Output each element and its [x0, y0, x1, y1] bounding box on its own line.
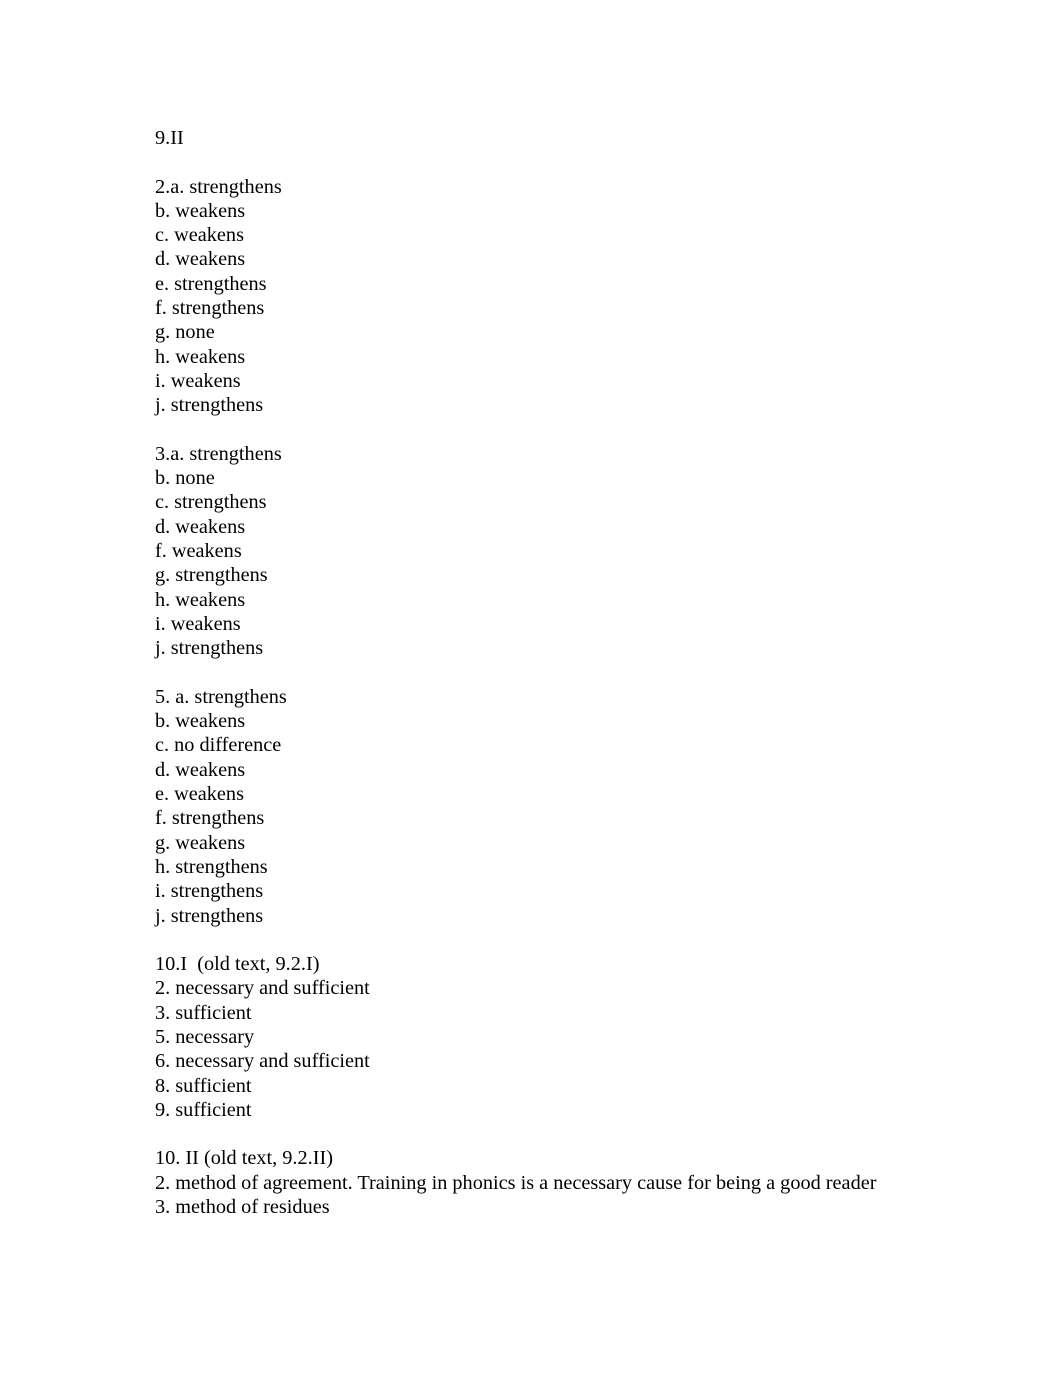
text-line: d. weakens	[155, 515, 246, 538]
text-block: 10. II (old text, 9.2.II) 2. method of ag…	[155, 1146, 945, 1219]
text-line: 2. method of agreement. Training in phon…	[155, 1171, 877, 1194]
text-line: e. strengthens	[155, 272, 267, 295]
text-line: d. weakens	[155, 248, 246, 271]
text-line: f. strengthens	[155, 807, 265, 830]
text-line: 10.I (old text, 9.2.I)	[155, 953, 320, 976]
text-line: 3. sufficient	[155, 1001, 252, 1024]
text-line: 2. necessary and sufficient	[155, 977, 370, 1000]
text-line: 3. method of residues	[155, 1196, 330, 1219]
text-line: e. weakens	[155, 783, 244, 806]
text-line: 6. necessary and sufficient	[155, 1050, 370, 1073]
text-line: j. strengthens	[155, 904, 264, 927]
text-block: 2.a. strengthens b. weakens c. weakens d. w…	[155, 175, 945, 418]
text-block: 5. a. strengthens b. weakens c. no differe…	[155, 685, 945, 928]
text-line: 9.II	[155, 127, 184, 149]
text-block: 10.I (old text, 9.2.I) 2. necessary and s…	[155, 952, 945, 1122]
text-line: d. weakens	[155, 758, 246, 781]
text-line: 3.a. strengthens	[155, 442, 282, 465]
text-line: i. strengthens	[155, 880, 264, 903]
text-line: 2.a. strengthens	[155, 175, 282, 198]
text-line: i. weakens	[155, 612, 241, 635]
text-line: c. weakens	[155, 224, 244, 247]
text-block: 3.a. strengthens b. none c. strengthens d. …	[155, 442, 945, 661]
text-line: h. weakens	[155, 345, 246, 368]
text-line: 5. a. strengthens	[155, 685, 287, 708]
text-line: 5. necessary	[155, 1025, 255, 1048]
text-line: h. weakens	[155, 588, 246, 611]
text-line: b. weakens	[155, 710, 246, 733]
text-line: i. weakens	[155, 369, 241, 392]
text-line: f. strengthens	[155, 297, 265, 320]
text-line: 9. sufficient	[155, 1098, 252, 1121]
text-line: c. no difference	[155, 734, 282, 757]
document-page: 9.II 2.a. strengthens b. weakens c. weakens…	[0, 0, 1062, 1377]
text-line: b. none	[155, 467, 215, 490]
text-line: j. strengthens	[155, 394, 264, 417]
text-line: c. strengthens	[155, 491, 267, 514]
text-block: 9.II	[155, 126, 945, 150]
text-line: b. weakens	[155, 199, 246, 222]
text-line: g. strengthens	[155, 564, 268, 587]
text-line: j. strengthens	[155, 637, 264, 660]
text-line: g. weakens	[155, 831, 246, 854]
text-line: 8. sufficient	[155, 1074, 252, 1097]
text-line: h. strengthens	[155, 855, 268, 878]
document-text-body: 9.II 2.a. strengthens b. weakens c. weakens…	[155, 126, 945, 1219]
text-line: 10. II (old text, 9.2.II)	[155, 1147, 333, 1170]
text-line: f. weakens	[155, 540, 242, 563]
text-line: g. none	[155, 321, 215, 344]
